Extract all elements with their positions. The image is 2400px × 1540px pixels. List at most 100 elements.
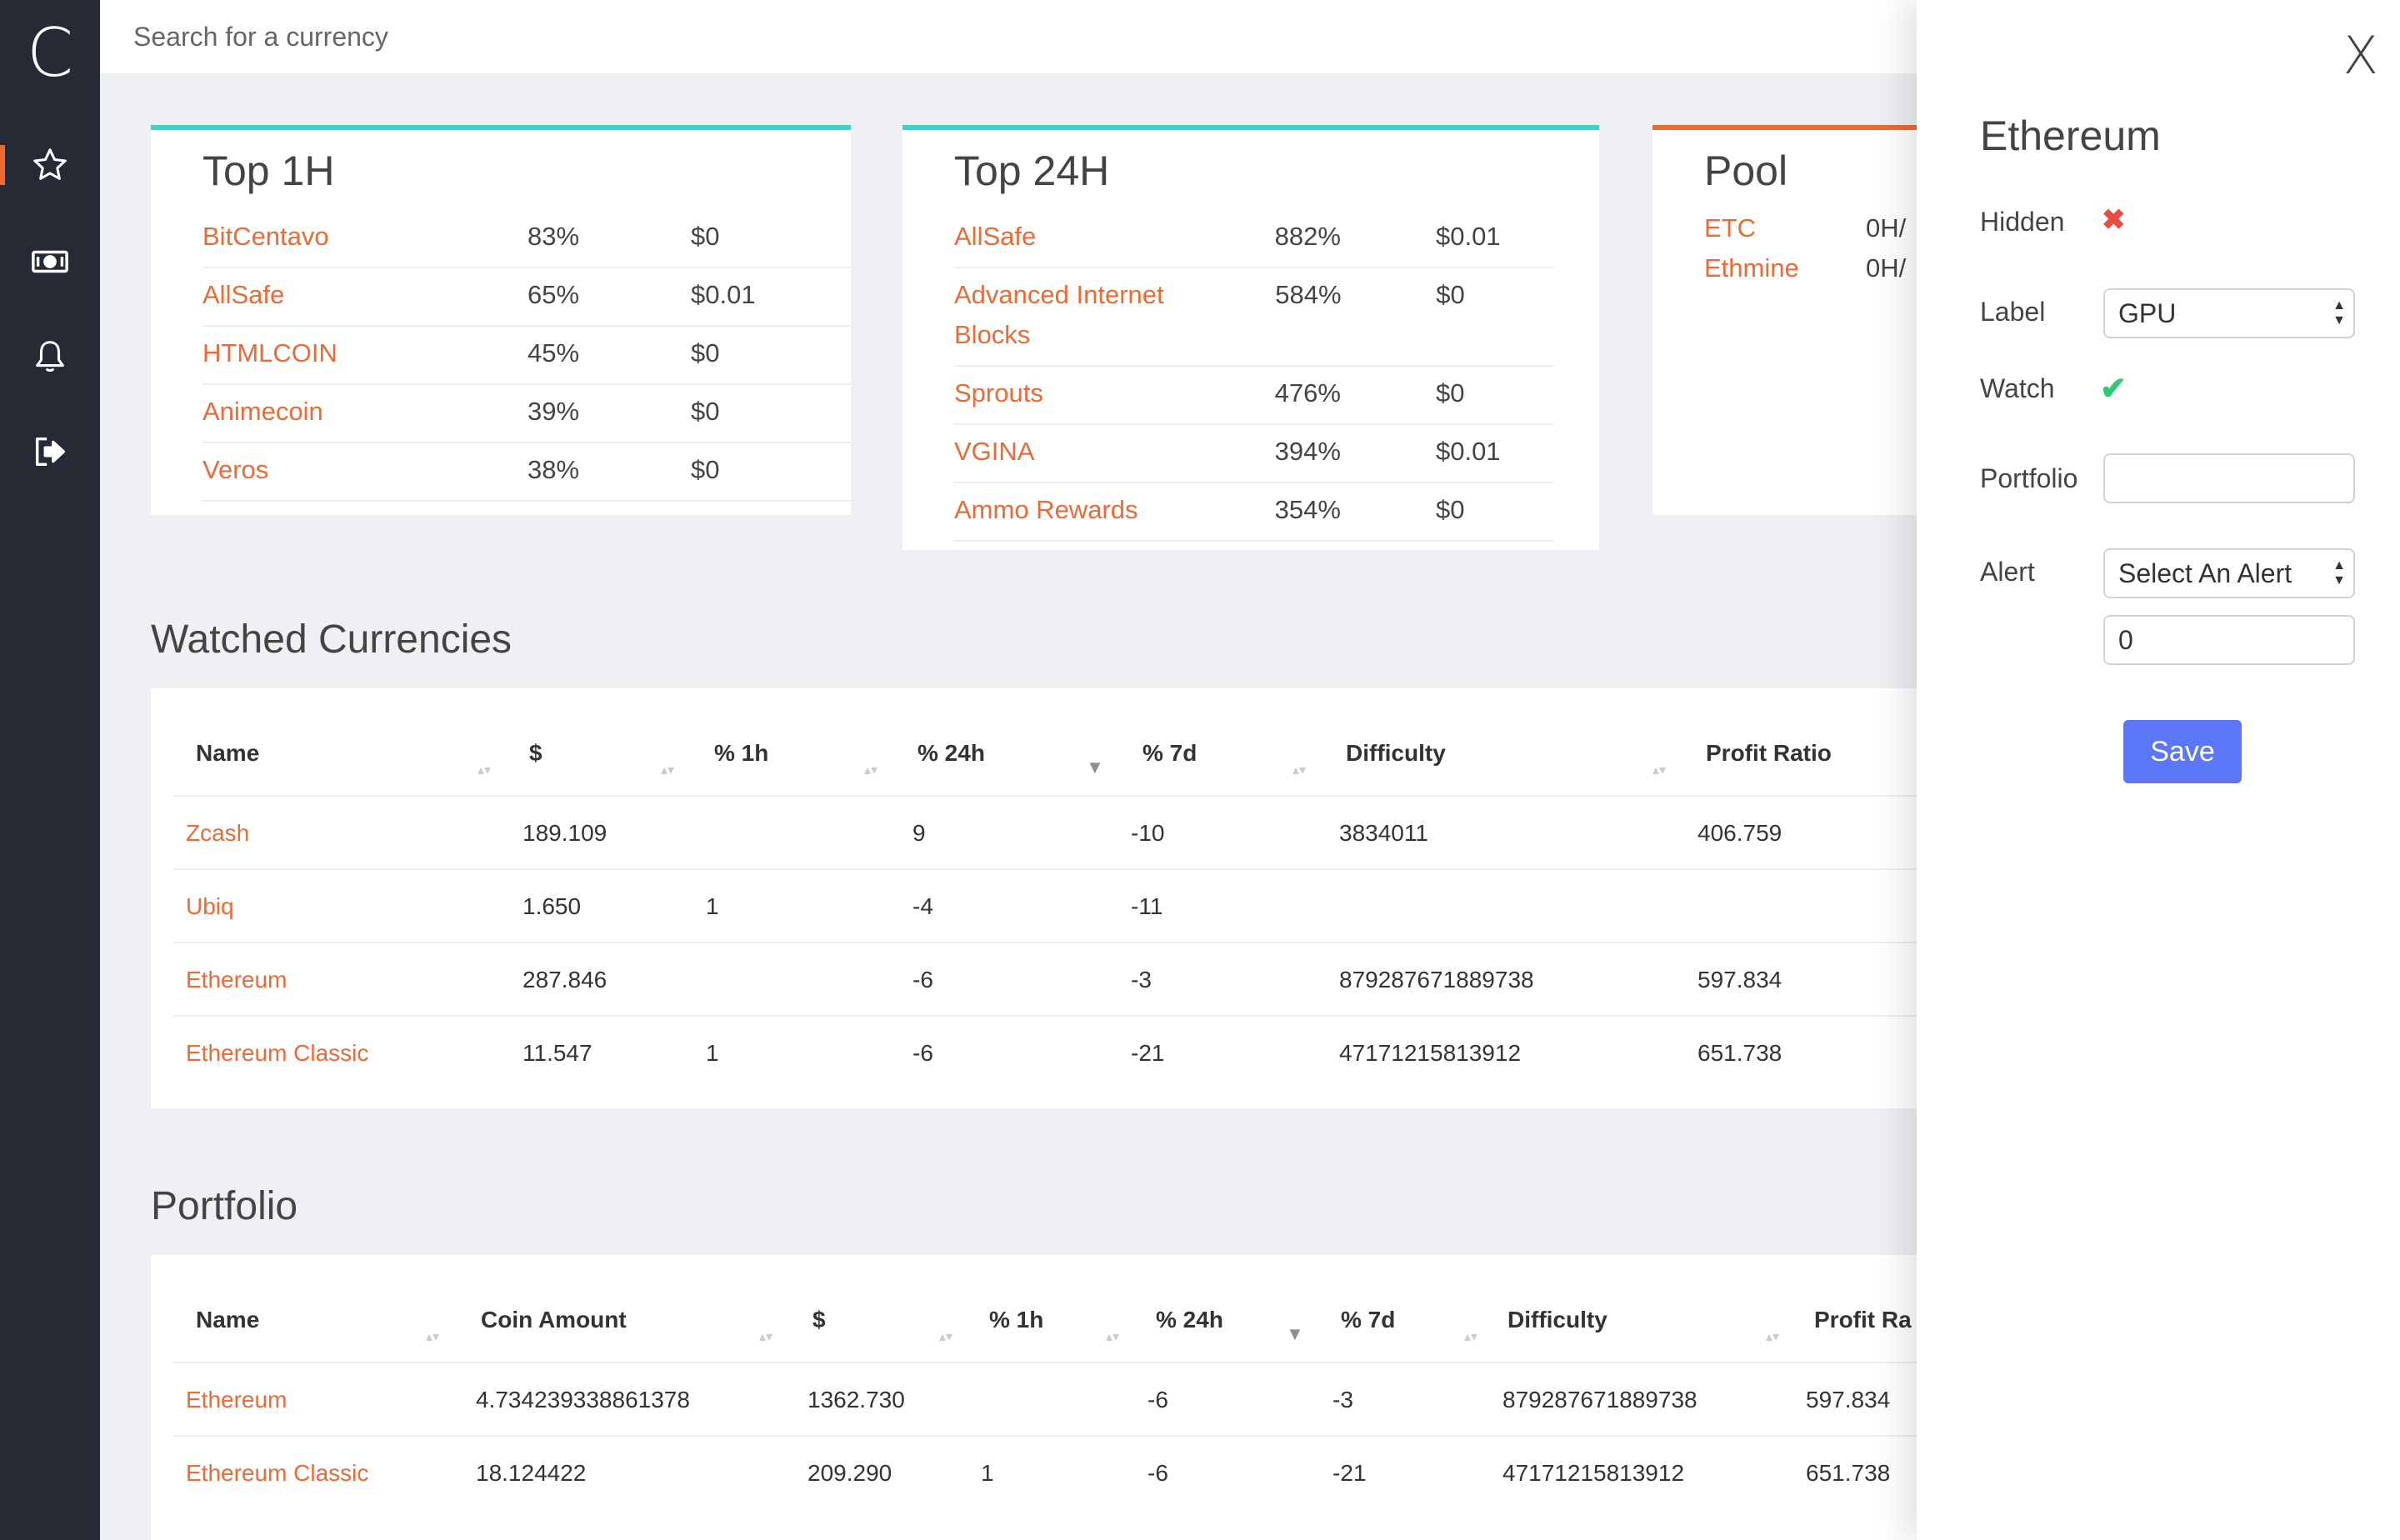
cell-price: 189.109 <box>522 820 608 846</box>
column-header-name[interactable]: Name <box>196 1307 259 1333</box>
change-percent: 354% <box>1274 495 1341 524</box>
portfolio-amount-input[interactable] <box>2103 453 2355 503</box>
cell-price: 1362.730 <box>808 1387 905 1412</box>
currency-link[interactable]: Veros <box>202 450 528 490</box>
sign-out-icon <box>35 437 66 467</box>
currency-link[interactable]: Ethereum Classic <box>186 1460 368 1487</box>
cell-24h: -6 <box>1148 1387 1168 1412</box>
alert-select[interactable]: Select An Alert ▲ ▼ <box>2103 548 2355 598</box>
currency-link[interactable]: Advanced Internet Blocks <box>954 275 1208 355</box>
sidebar-item-money[interactable] <box>0 228 100 295</box>
sort-icon: ▴▾ <box>661 763 675 778</box>
cell-price: 209.290 <box>808 1460 892 1486</box>
close-icon[interactable]: X <box>2343 25 2378 86</box>
sort-desc-icon: ▼ <box>1086 757 1104 778</box>
cell-7d: -10 <box>1131 820 1165 846</box>
cell-24h: -6 <box>912 1040 933 1066</box>
search-input[interactable] <box>133 15 1133 58</box>
star-icon <box>33 148 67 180</box>
change-percent: 83% <box>528 222 580 251</box>
column-header-1h[interactable]: % 1h <box>989 1307 1043 1333</box>
change-percent: 882% <box>1274 222 1341 251</box>
cell-profit-ratio: 651.738 <box>1698 1040 1782 1066</box>
price: $0 <box>691 455 720 484</box>
column-header-name[interactable]: Name <box>196 740 259 767</box>
sidebar-item-alerts[interactable] <box>0 323 100 390</box>
cell-1h: 1 <box>706 1040 719 1066</box>
column-header-24h[interactable]: % 24h <box>1156 1307 1223 1333</box>
list-item: Veros 38% $0 <box>202 443 952 502</box>
currency-link[interactable]: HTMLCOIN <box>202 333 528 373</box>
sort-icon: ▴▾ <box>1464 1330 1478 1344</box>
list-item: Ammo Rewards 354% $0 <box>954 483 1554 542</box>
currency-link[interactable]: AllSafe <box>202 275 528 315</box>
hidden-toggle-x-icon[interactable]: ✖ <box>2102 203 2126 237</box>
sidebar: C <box>0 0 100 1540</box>
currency-link[interactable]: Animecoin <box>202 392 528 432</box>
save-button[interactable]: Save <box>2123 720 2242 783</box>
currency-link[interactable]: BitCentavo <box>202 217 528 257</box>
column-header-difficulty[interactable]: Difficulty <box>1346 740 1446 767</box>
cell-profit-ratio: 651.738 <box>1806 1460 1891 1486</box>
watch-toggle-check-icon[interactable]: ✔ <box>2100 370 2127 408</box>
cell-profit-ratio: 406.759 <box>1698 820 1782 846</box>
sidebar-item-logout[interactable] <box>0 418 100 485</box>
list-item: VGINA 394% $0.01 <box>954 425 1554 483</box>
price: $0 <box>691 397 720 426</box>
cell-7d: -21 <box>1332 1460 1367 1486</box>
change-percent: 38% <box>528 455 580 484</box>
currency-link[interactable]: AllSafe <box>954 217 1275 257</box>
cell-7d: -3 <box>1332 1387 1353 1412</box>
table-row: Ubiq 1.650 1 -4 -11 <box>172 868 1922 942</box>
column-header-profit-ratio[interactable]: Profit Ratio <box>1706 740 1832 767</box>
bell-icon <box>36 341 64 372</box>
change-percent: 584% <box>1275 280 1342 309</box>
column-header-7d[interactable]: % 7d <box>1341 1307 1395 1333</box>
table-row: Ethereum Classic 18.124422 209.290 1 -6 … <box>172 1435 1922 1508</box>
column-header-24h[interactable]: % 24h <box>918 740 985 767</box>
column-header-coin-amount[interactable]: Coin Amount <box>481 1307 627 1333</box>
column-header-7d[interactable]: % 7d <box>1142 740 1197 767</box>
app-logo[interactable]: C <box>0 12 100 95</box>
pool-link[interactable]: Ethmine <box>1704 248 1866 288</box>
alert-value-input[interactable] <box>2103 615 2355 665</box>
sidebar-item-favorites[interactable] <box>0 132 100 198</box>
hashrate: 0H/ <box>1866 253 1907 282</box>
column-header-difficulty[interactable]: Difficulty <box>1508 1307 1608 1333</box>
table-row: Ethereum 287.846 -6 -3 879287671889738 5… <box>172 942 1922 1015</box>
cell-7d: -3 <box>1131 967 1152 992</box>
currency-link[interactable]: Zcash <box>186 820 249 847</box>
list-item: Animecoin 39% $0 <box>202 385 952 443</box>
currency-link[interactable]: Ubiq <box>186 893 234 920</box>
currency-link[interactable]: Ethereum Classic <box>186 1040 368 1067</box>
currency-link[interactable]: Ethereum <box>186 967 287 993</box>
alert-label: Alert <box>1980 557 2035 587</box>
list-item: ETC 0H/ <box>1704 208 1906 248</box>
watched-currencies-title: Watched Currencies <box>151 618 512 662</box>
list-item: Sprouts 476% $0 <box>954 367 1554 425</box>
label-select[interactable]: GPU ▲ ▼ <box>2103 288 2355 338</box>
cell-24h: -4 <box>912 893 933 919</box>
currency-settings-drawer: X Ethereum Hidden ✖ Label GPU ▲ ▼ Watch ✔… <box>1917 0 2400 1540</box>
card-title: Top 24H <box>954 148 1110 194</box>
currency-link[interactable]: Sprouts <box>954 373 1275 413</box>
pool-link[interactable]: ETC <box>1704 208 1866 248</box>
sort-icon: ▴▾ <box>1652 763 1667 778</box>
currency-link[interactable]: Ammo Rewards <box>954 490 1275 530</box>
list-item: AllSafe 65% $0.01 <box>202 268 952 327</box>
column-header-1h[interactable]: % 1h <box>714 740 768 767</box>
cell-24h: -6 <box>1148 1460 1168 1486</box>
currency-link[interactable]: Ethereum <box>186 1387 287 1413</box>
currency-link[interactable]: VGINA <box>954 432 1275 472</box>
watched-currencies-table: Name $ % 1h % 24h % 7d Difficulty Profit… <box>151 688 1922 1108</box>
cell-price: 11.547 <box>522 1040 592 1066</box>
alert-select-value: Select An Alert <box>2118 558 2292 588</box>
money-icon <box>32 250 68 273</box>
cell-difficulty: 3834011 <box>1339 820 1428 846</box>
hidden-label: Hidden <box>1980 207 2065 237</box>
column-header-profit-ratio[interactable]: Profit Ra <box>1814 1307 1912 1333</box>
cell-price: 287.846 <box>522 967 608 992</box>
column-header-price[interactable]: $ <box>812 1307 826 1333</box>
column-header-price[interactable]: $ <box>529 740 542 767</box>
price: $0 <box>1435 378 1465 408</box>
